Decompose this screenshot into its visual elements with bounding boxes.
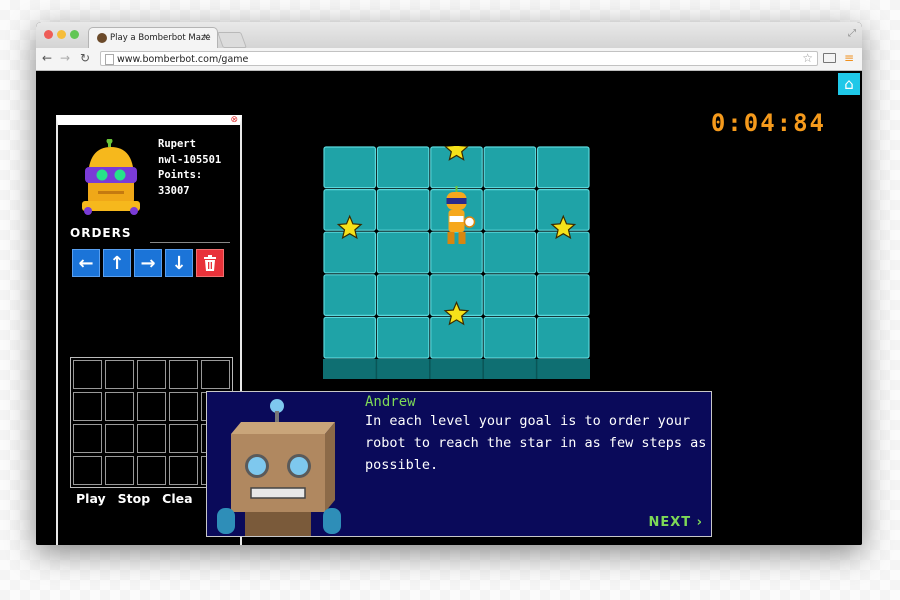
fullscreen-icon[interactable]: ⤢	[848, 28, 856, 39]
right-arrow-button[interactable]: →	[134, 249, 162, 277]
order-slot[interactable]	[169, 424, 198, 453]
board-tile	[483, 231, 537, 274]
stop-button[interactable]: Stop	[118, 491, 151, 506]
board-tile	[376, 188, 430, 231]
browser-window: Play a Bomberbot Maze × ⤢ ← → ↻ www.bomb…	[36, 22, 862, 545]
down-arrow-button[interactable]: ↓	[165, 249, 193, 277]
orders-divider	[150, 242, 230, 243]
board-tile	[323, 146, 377, 189]
tab-bar: Play a Bomberbot Maze × ⤢	[36, 22, 862, 49]
board-tile	[537, 231, 590, 274]
zoom-window-icon[interactable]	[70, 30, 79, 39]
speaker-name: Andrew	[365, 394, 416, 410]
tab-title: Play a Bomberbot Maze	[110, 33, 211, 43]
tab-close-icon[interactable]: ×	[202, 32, 210, 42]
bookmark-star-icon[interactable]: ☆	[802, 51, 813, 66]
board-tile	[323, 274, 377, 317]
order-slot[interactable]	[73, 360, 102, 389]
board-tile	[376, 146, 430, 189]
order-slot[interactable]	[73, 392, 102, 421]
url-field[interactable]: www.bomberbot.com/game ☆	[100, 51, 818, 66]
browser-tab[interactable]: Play a Bomberbot Maze ×	[88, 27, 218, 48]
new-tab-button[interactable]	[217, 32, 247, 48]
address-bar-row: ← → ↻ www.bomberbot.com/game ☆ ≡	[36, 48, 862, 71]
player-info: Rupert nwl-105501 Points: 33007	[158, 137, 240, 199]
command-buttons: ← ↑ → ↓	[72, 249, 224, 277]
up-arrow-button[interactable]: ↑	[103, 249, 131, 277]
tutorial-dialog: Andrew In each level your goal is to ord…	[206, 391, 712, 537]
board-tile	[323, 231, 377, 274]
board-tile	[376, 316, 430, 359]
order-slot[interactable]	[137, 456, 166, 485]
player-id: nwl-105501	[158, 153, 222, 166]
panel-close-icon[interactable]: ⊗	[230, 116, 238, 125]
board-tile	[430, 231, 483, 274]
order-slot[interactable]	[169, 360, 198, 389]
board-front-edge	[323, 359, 590, 379]
back-button[interactable]: ←	[42, 51, 52, 65]
order-slot[interactable]	[73, 456, 102, 485]
delete-button[interactable]	[196, 249, 224, 277]
minimize-window-icon[interactable]	[57, 30, 66, 39]
order-slot[interactable]	[137, 392, 166, 421]
page-icon	[105, 54, 114, 65]
dialog-message: In each level your goal is to order your…	[365, 413, 707, 473]
board-tile	[537, 146, 590, 189]
cast-icon[interactable]	[823, 53, 836, 63]
player-points: Points: 33007	[158, 169, 203, 197]
forward-button[interactable]: →	[60, 51, 70, 65]
board-tile	[323, 316, 377, 359]
board-tile	[537, 274, 590, 317]
board-tile	[537, 316, 590, 359]
order-slot[interactable]	[137, 360, 166, 389]
order-slot[interactable]	[137, 424, 166, 453]
program-controls: Play Stop Clea	[76, 491, 193, 506]
order-slot[interactable]	[73, 424, 102, 453]
andrew-robot-icon	[217, 399, 341, 536]
reload-button[interactable]: ↻	[80, 51, 90, 65]
board-tile	[430, 316, 483, 359]
browser-menu-icon[interactable]: ≡	[844, 52, 854, 64]
close-window-icon[interactable]	[44, 30, 53, 39]
game-timer: 0:04:84	[710, 109, 826, 137]
order-slot[interactable]	[105, 360, 134, 389]
bomberbot-favicon-icon	[97, 33, 107, 43]
order-slot[interactable]	[105, 392, 134, 421]
orders-heading: ORDERS	[70, 226, 132, 240]
board-tile	[483, 316, 537, 359]
player-robot-avatar	[82, 139, 140, 215]
order-slot[interactable]	[169, 392, 198, 421]
order-slot[interactable]	[105, 456, 134, 485]
left-arrow-button[interactable]: ←	[72, 249, 100, 277]
home-button[interactable]: ⌂	[838, 73, 860, 95]
board-tile	[483, 274, 537, 317]
order-slot[interactable]	[105, 424, 134, 453]
player-name: Rupert	[158, 138, 196, 150]
order-slot[interactable]	[169, 456, 198, 485]
trash-icon	[204, 255, 216, 271]
next-button[interactable]: NEXT ›	[648, 515, 703, 530]
window-controls	[44, 30, 79, 39]
board-tile	[376, 274, 430, 317]
play-button[interactable]: Play	[76, 491, 106, 506]
board-tile	[376, 231, 430, 274]
url-text: www.bomberbot.com/game	[117, 54, 249, 65]
order-slot[interactable]	[201, 360, 230, 389]
board-tile	[483, 188, 537, 231]
maze-board	[323, 146, 590, 379]
game-area: ⌂ 0:04:84 ⊗ Rupert nwl-105501 Points: 33	[36, 71, 862, 545]
clear-button[interactable]: Clea	[162, 491, 192, 506]
board-tile	[483, 146, 537, 189]
